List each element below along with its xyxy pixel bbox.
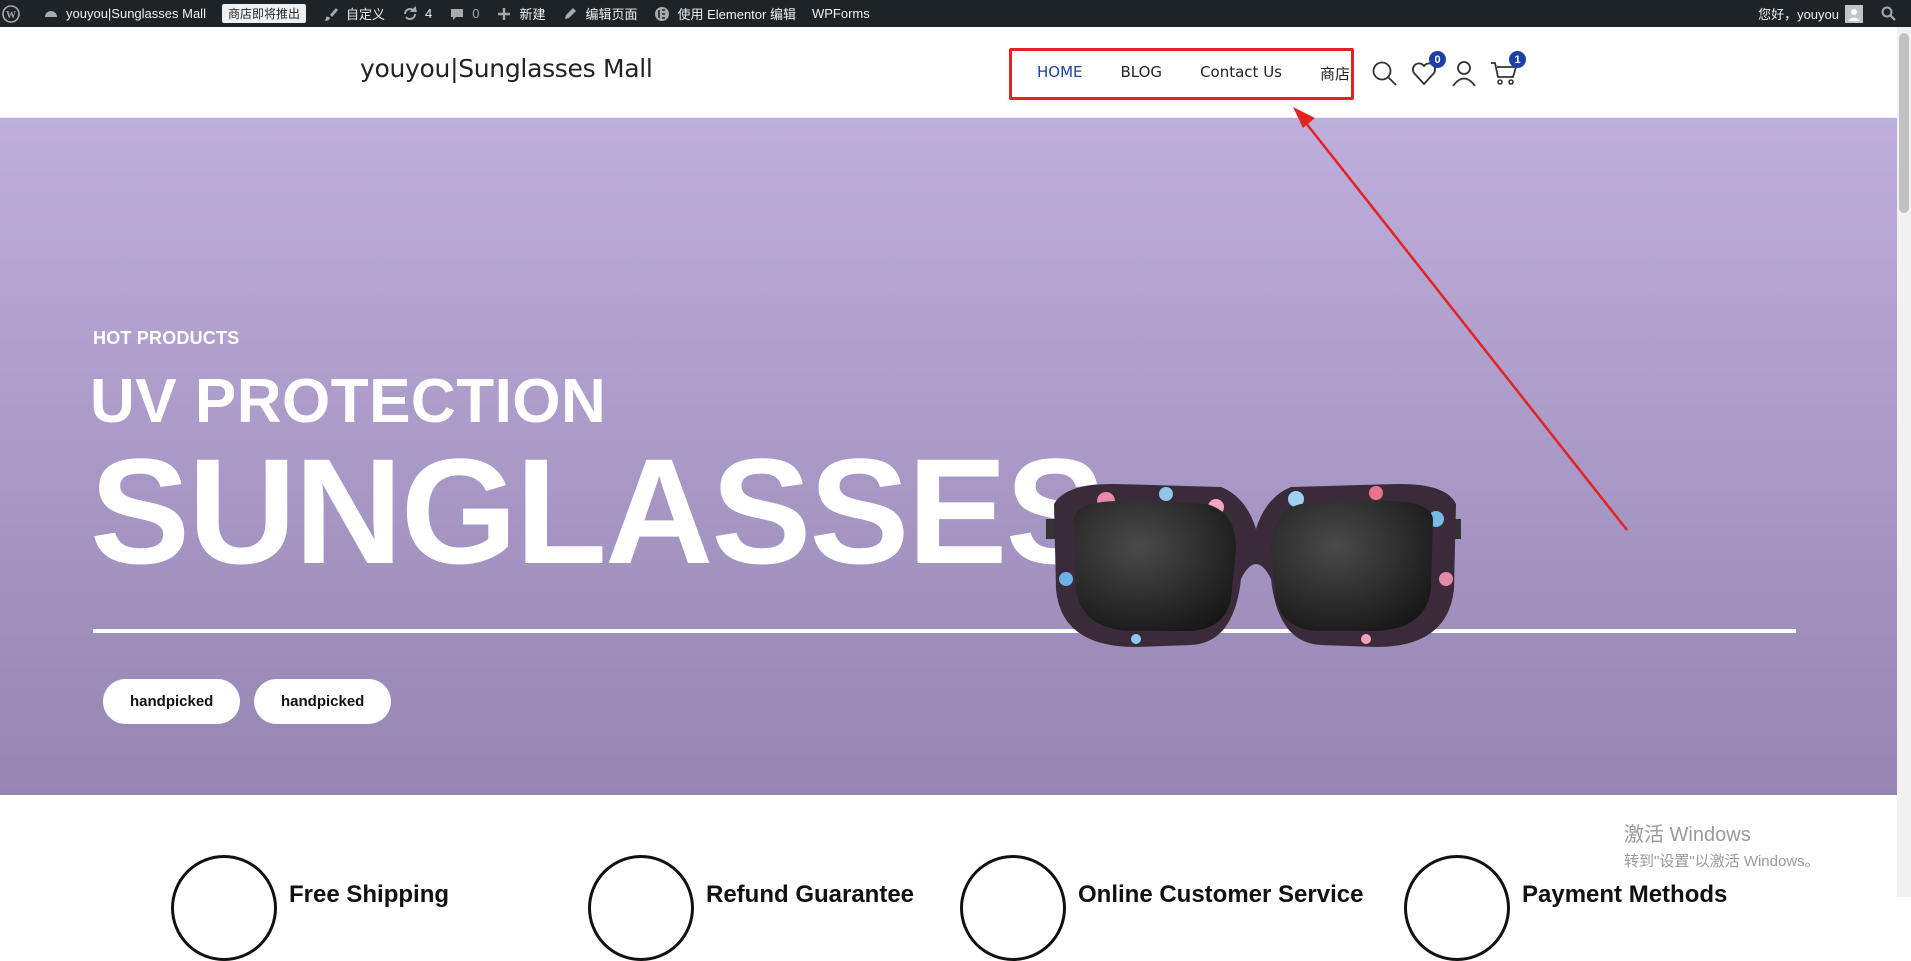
nav-item-contact-us[interactable]: Contact Us — [1200, 63, 1282, 84]
new-label: 新建 — [519, 7, 546, 22]
feature-refund-guarantee: Refund Guarantee — [588, 855, 914, 961]
hero-banner: HOT PRODUCTS UV PROTECTION SUNGLASSES ha… — [0, 118, 1897, 795]
site-title[interactable]: youyou|Sunglasses Mall — [360, 54, 653, 83]
my-account-button[interactable]: 您好，youyou — [1750, 0, 1871, 27]
header-search-button[interactable] — [1370, 59, 1400, 89]
wishlist-count: 0 — [1429, 51, 1446, 68]
feature-title: Online Customer Service — [1078, 881, 1364, 908]
shipping-icon — [171, 855, 277, 961]
customize-button[interactable]: 自定义 — [314, 0, 393, 27]
admin-bar-secondary: 您好，youyou — [1750, 0, 1911, 27]
tag-button[interactable]: handpicked — [103, 679, 241, 724]
avatar — [1845, 4, 1863, 23]
updates-count: 4 — [424, 6, 433, 21]
refresh-icon — [401, 5, 419, 23]
elementor-edit-button[interactable]: 使用 Elementor 编辑 — [645, 0, 803, 27]
plus-icon — [495, 5, 513, 23]
search-icon — [1879, 5, 1897, 23]
search-icon — [1372, 61, 1397, 86]
greeting-label: 您好，youyou — [1758, 7, 1839, 22]
svg-text:W: W — [6, 10, 16, 21]
admin-site-name-label: youyou|Sunglasses Mall — [66, 6, 206, 21]
nav-item-blog[interactable]: BLOG — [1121, 63, 1163, 84]
refund-icon — [588, 855, 694, 961]
elementor-icon — [653, 5, 671, 23]
windows-activation-watermark: 激活 Windows 转到"设置"以激活 Windows。 — [1624, 818, 1820, 871]
site-header: youyou|Sunglasses Mall HOME BLOG Contact… — [0, 27, 1897, 118]
wordpress-icon: W — [2, 4, 20, 23]
brush-icon — [322, 5, 340, 23]
admin-bar: W youyou|Sunglasses Mall 商店即将推出 自定义 4 0 … — [0, 0, 1911, 27]
comment-icon — [448, 5, 466, 23]
scrollbar-thumb[interactable] — [1899, 33, 1909, 213]
watermark-title: 激活 Windows — [1624, 824, 1751, 846]
admin-search-button[interactable] — [1871, 0, 1911, 27]
comments-button[interactable]: 0 — [440, 0, 487, 27]
tag-button[interactable]: handpicked — [254, 679, 392, 724]
user-icon — [1452, 61, 1476, 87]
feature-online-service: Online Customer Service — [960, 855, 1363, 961]
coming-soon-label: 商店即将推出 — [221, 4, 306, 23]
edit-page-label: 编辑页面 — [585, 7, 638, 22]
new-content-button[interactable]: 新建 — [487, 0, 553, 27]
main-navigation: HOME BLOG Contact Us 商店 — [1037, 63, 1350, 84]
admin-site-name[interactable]: youyou|Sunglasses Mall — [34, 0, 214, 27]
hero-divider — [93, 629, 1796, 633]
elementor-label: 使用 Elementor 编辑 — [677, 7, 796, 22]
nav-item-shop[interactable]: 商店 — [1320, 63, 1350, 84]
edit-page-button[interactable]: 编辑页面 — [553, 0, 645, 27]
account-button[interactable] — [1450, 59, 1480, 89]
feature-free-shipping: Free Shipping — [171, 855, 449, 961]
sunglasses-image — [1046, 483, 1461, 647]
page-scrollbar[interactable] — [1897, 27, 1911, 897]
store-coming-soon-badge[interactable]: 商店即将推出 — [214, 0, 314, 27]
dashboard-icon — [42, 5, 60, 23]
wpforms-button[interactable]: WPForms — [804, 0, 878, 27]
nav-item-home[interactable]: HOME — [1037, 63, 1083, 84]
wpforms-label: WPForms — [811, 6, 870, 21]
cart-count: 1 — [1509, 51, 1526, 68]
cart-button[interactable]: 1 — [1490, 51, 1526, 89]
feature-title: Refund Guarantee — [706, 881, 915, 908]
feature-title: Free Shipping — [289, 881, 450, 908]
hero-kicker: HOT PRODUCTS — [93, 328, 240, 348]
feature-title: Payment Methods — [1522, 881, 1728, 908]
wordpress-logo-button[interactable]: W — [0, 0, 34, 27]
comments-count: 0 — [472, 6, 480, 21]
payment-icon — [1404, 855, 1510, 961]
wishlist-button[interactable]: 0 — [1410, 51, 1446, 89]
watermark-subtitle: 转到"设置"以激活 Windows。 — [1624, 853, 1820, 870]
hero-title: SUNGLASSES — [90, 427, 1106, 595]
customize-label: 自定义 — [345, 7, 385, 22]
support-icon — [960, 855, 1066, 961]
pencil-icon — [561, 5, 579, 23]
updates-button[interactable]: 4 — [393, 0, 440, 27]
